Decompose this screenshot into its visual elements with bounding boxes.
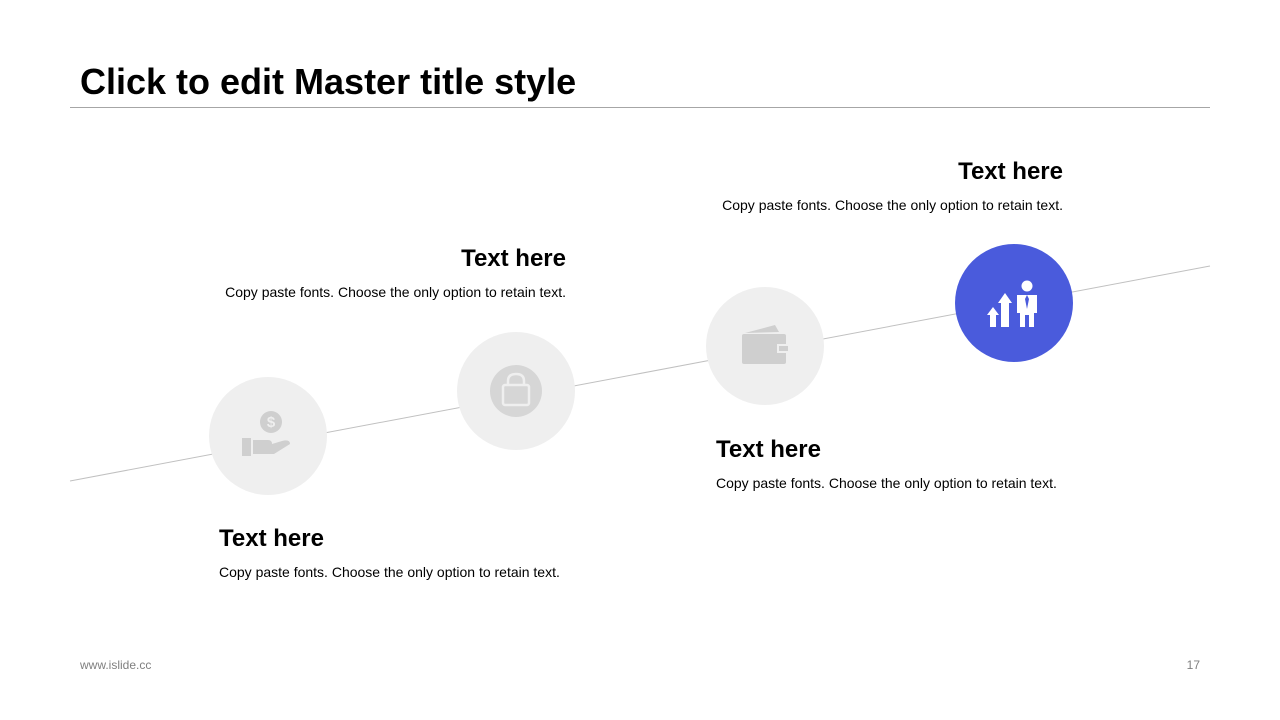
step-1-heading: Text here <box>219 525 324 552</box>
money-hand-icon: $ <box>242 411 290 456</box>
svg-text:$: $ <box>267 414 276 431</box>
growth-businessman-icon <box>987 280 1037 327</box>
wallet-icon <box>742 325 788 364</box>
step-2-text: Text here Copy paste fonts. Choose the o… <box>206 245 566 301</box>
step-4-heading: Text here <box>958 158 1063 185</box>
step-4-circle <box>955 244 1073 362</box>
timeline-line <box>69 265 1211 482</box>
step-3-circle <box>706 287 824 405</box>
step-3-heading: Text here <box>716 436 821 463</box>
footer-website: www.islide.cc <box>80 658 152 672</box>
step-2-body: Copy paste fonts. Choose the only option… <box>225 284 566 300</box>
shopping-bag-icon <box>490 365 542 417</box>
step-4-text: Text here Copy paste fonts. Choose the o… <box>703 158 1063 214</box>
step-3-text: Text here Copy paste fonts. Choose the o… <box>716 436 1076 492</box>
step-2-heading: Text here <box>461 245 566 272</box>
step-1-body: Copy paste fonts. Choose the only option… <box>219 564 560 580</box>
step-1-text: Text here Copy paste fonts. Choose the o… <box>219 525 579 581</box>
step-3-body: Copy paste fonts. Choose the only option… <box>716 475 1057 491</box>
page-number: 17 <box>1186 658 1200 672</box>
step-4-body: Copy paste fonts. Choose the only option… <box>722 197 1063 213</box>
step-2-circle <box>457 332 575 450</box>
step-1-circle: $ <box>209 377 327 495</box>
